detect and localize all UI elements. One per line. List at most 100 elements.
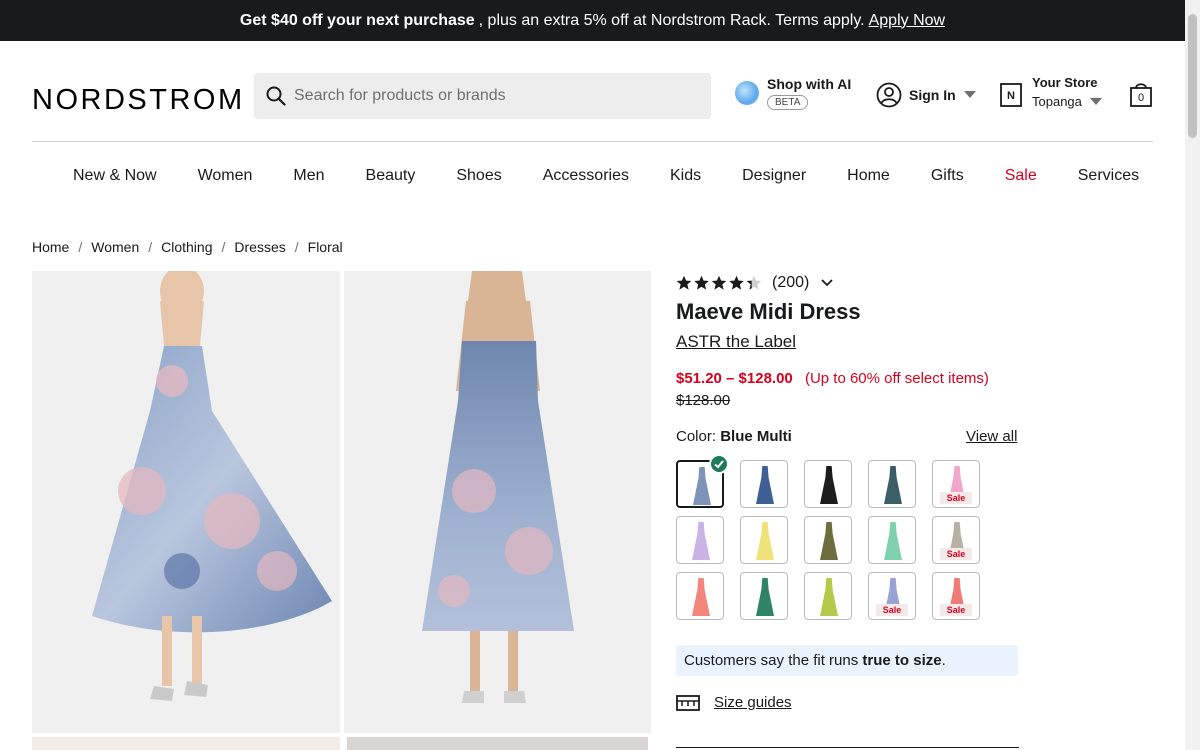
nav-sale[interactable]: Sale bbox=[1005, 167, 1037, 185]
size-guides-button[interactable]: Size guides bbox=[676, 694, 792, 711]
breadcrumb-clothing[interactable]: Clothing bbox=[161, 239, 212, 255]
dress-back-illustration bbox=[422, 271, 574, 703]
swatch-dress-thumbnail bbox=[820, 466, 838, 504]
ai-label: Shop with AI bbox=[767, 76, 852, 92]
nav-shoes[interactable]: Shoes bbox=[456, 167, 501, 185]
sale-badge: Sale bbox=[940, 548, 972, 560]
swatch-dress-thumbnail bbox=[693, 467, 711, 505]
product-image-4[interactable] bbox=[347, 737, 648, 750]
swatch-dress-thumbnail bbox=[692, 578, 710, 616]
main-nav: New & Now Women Men Beauty Shoes Accesso… bbox=[73, 167, 1180, 185]
ai-sparkle-icon bbox=[735, 81, 759, 105]
fit-info-banner: Customers say the fit runs true to size. bbox=[676, 645, 1018, 676]
original-price: $128.00 bbox=[676, 392, 731, 409]
rating-summary[interactable]: (200) bbox=[676, 274, 833, 292]
discount-note: (Up to 60% off select items) bbox=[804, 370, 989, 387]
color-swatch[interactable] bbox=[868, 516, 916, 564]
store-name: Topanga bbox=[1032, 94, 1082, 109]
color-swatch[interactable] bbox=[740, 572, 788, 620]
swatch-dress-thumbnail bbox=[756, 578, 774, 616]
promo-bold: Get $40 off your next purchase bbox=[239, 11, 475, 29]
shop-with-ai-button[interactable]: Shop with AI BETA bbox=[735, 76, 851, 110]
nav-new-now[interactable]: New & Now bbox=[73, 167, 157, 185]
bag-count: 0 bbox=[1137, 92, 1145, 104]
selected-check-icon bbox=[709, 454, 729, 474]
swatch-dress-thumbnail bbox=[820, 522, 838, 560]
svg-text:N: N bbox=[1007, 90, 1015, 102]
scrollbar-thumb[interactable] bbox=[1188, 14, 1197, 138]
color-swatch[interactable] bbox=[804, 460, 852, 508]
breadcrumb: Home / Women / Clothing / Dresses / Floral bbox=[32, 239, 343, 255]
size-guides-label: Size guides bbox=[714, 694, 792, 711]
search-icon bbox=[266, 86, 286, 106]
swatch-dress-thumbnail bbox=[756, 466, 774, 504]
breadcrumb-home[interactable]: Home bbox=[32, 239, 69, 255]
nav-beauty[interactable]: Beauty bbox=[366, 167, 416, 185]
product-image-3[interactable] bbox=[32, 737, 340, 750]
swatch-dress-thumbnail bbox=[884, 466, 902, 504]
review-count: (200) bbox=[772, 274, 810, 291]
sale-badge: Sale bbox=[876, 604, 908, 616]
nav-accessories[interactable]: Accessories bbox=[543, 167, 629, 185]
nav-gifts[interactable]: Gifts bbox=[931, 167, 964, 185]
view-all-colors-link[interactable]: View all bbox=[966, 428, 1017, 445]
color-swatch[interactable] bbox=[804, 572, 852, 620]
sale-badge: Sale bbox=[940, 492, 972, 504]
search-input[interactable] bbox=[294, 87, 694, 105]
color-swatch[interactable]: Sale bbox=[868, 572, 916, 620]
dress-front-illustration bbox=[92, 271, 332, 701]
swatch-dress-thumbnail bbox=[820, 578, 838, 616]
sale-badge: Sale bbox=[940, 604, 972, 616]
caret-down-icon bbox=[1089, 97, 1102, 105]
swatch-dress-thumbnail bbox=[884, 522, 902, 560]
header-divider bbox=[32, 141, 1153, 142]
color-swatch[interactable] bbox=[804, 516, 852, 564]
nav-designer[interactable]: Designer bbox=[742, 167, 806, 185]
ruler-icon bbox=[676, 694, 700, 711]
breadcrumb-floral[interactable]: Floral bbox=[308, 239, 343, 255]
store-icon: N bbox=[1000, 83, 1022, 107]
promo-banner: Get $40 off your next purchase , plus an… bbox=[0, 0, 1185, 41]
price-range: $51.20 – $128.00 (Up to 60% off select i… bbox=[676, 370, 989, 387]
color-swatch[interactable] bbox=[740, 516, 788, 564]
beta-badge: BETA bbox=[767, 95, 809, 110]
search-box[interactable] bbox=[254, 73, 711, 119]
apply-now-link[interactable]: Apply Now bbox=[869, 12, 945, 30]
fit-value: true to size bbox=[862, 652, 942, 669]
shopping-bag-button[interactable]: 0 bbox=[1129, 82, 1153, 113]
sign-in-button[interactable]: Sign In bbox=[876, 82, 976, 108]
star-rating-icon bbox=[676, 275, 762, 290]
nav-home[interactable]: Home bbox=[847, 167, 890, 185]
breadcrumb-women[interactable]: Women bbox=[91, 239, 139, 255]
color-swatch[interactable] bbox=[740, 460, 788, 508]
product-image-front[interactable] bbox=[32, 271, 340, 733]
page-scrollbar[interactable] bbox=[1185, 0, 1200, 750]
color-swatch[interactable]: Sale bbox=[932, 460, 980, 508]
brand-link[interactable]: ASTR the Label bbox=[676, 332, 796, 352]
caret-down-icon bbox=[963, 91, 976, 98]
nav-women[interactable]: Women bbox=[198, 167, 253, 185]
nav-men[interactable]: Men bbox=[293, 167, 324, 185]
nordstrom-logo[interactable]: NORDSTROM bbox=[32, 84, 245, 117]
product-title: Maeve Midi Dress bbox=[676, 299, 861, 324]
color-swatch[interactable]: Sale bbox=[932, 516, 980, 564]
color-swatch[interactable] bbox=[868, 460, 916, 508]
color-label: Color: Blue Multi bbox=[676, 428, 792, 445]
nav-services[interactable]: Services bbox=[1078, 167, 1139, 185]
color-swatch[interactable] bbox=[676, 516, 724, 564]
color-swatch[interactable]: Sale bbox=[932, 572, 980, 620]
user-icon bbox=[876, 82, 902, 108]
breadcrumb-dresses[interactable]: Dresses bbox=[234, 239, 285, 255]
nav-kids[interactable]: Kids bbox=[670, 167, 701, 185]
your-store-selector[interactable]: N Your Store Topanga bbox=[1000, 75, 1102, 109]
swatch-dress-thumbnail bbox=[692, 522, 710, 560]
color-value: Blue Multi bbox=[720, 428, 792, 445]
chevron-down-icon bbox=[821, 279, 833, 287]
sign-in-label: Sign In bbox=[909, 87, 956, 103]
swatch-dress-thumbnail bbox=[756, 522, 774, 560]
product-image-back[interactable] bbox=[344, 271, 651, 733]
store-title: Your Store bbox=[1032, 75, 1098, 90]
sale-price: $51.20 – $128.00 bbox=[676, 370, 793, 387]
promo-text: , plus an extra 5% off at Nordstrom Rack… bbox=[478, 11, 865, 29]
color-swatch[interactable] bbox=[676, 572, 724, 620]
